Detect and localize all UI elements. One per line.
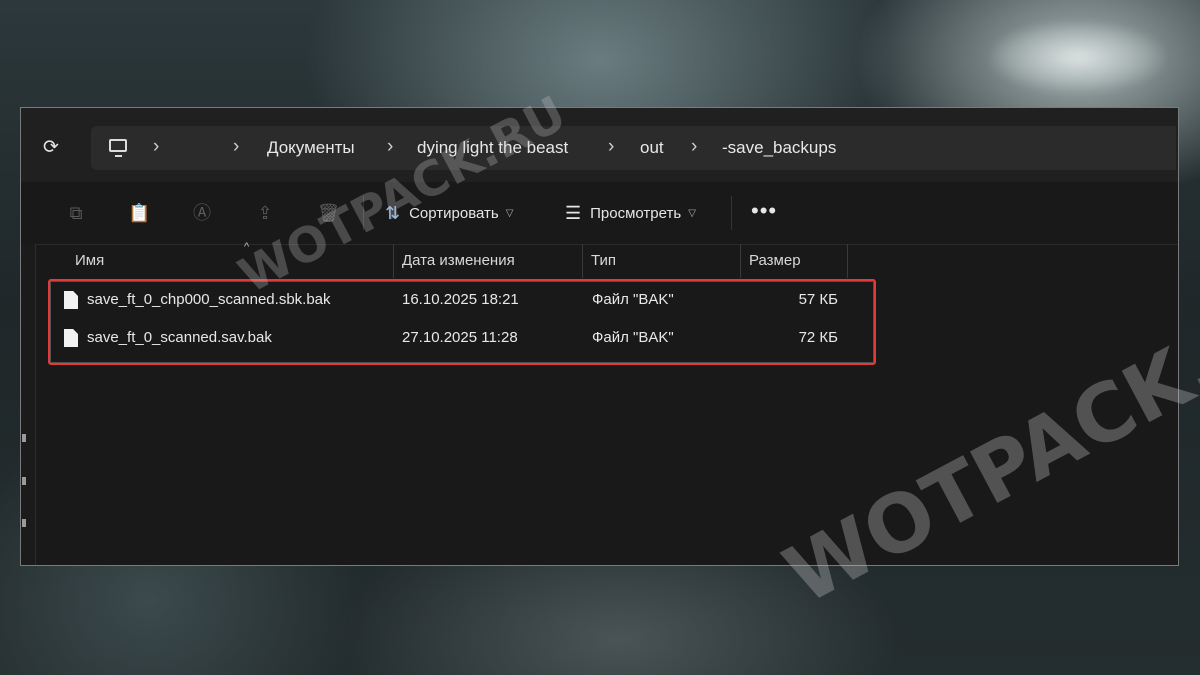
sort-button[interactable]: ⇅ Сортировать ▽ [385,200,513,226]
toolbar-divider [363,196,364,230]
copy-icon[interactable]: ⧉ [65,202,87,224]
nav-expand-icon[interactable] [22,477,26,485]
nav-expand-icon[interactable] [22,434,26,442]
file-icon [64,329,78,347]
column-header-name[interactable]: Имя [67,244,394,278]
breadcrumb-dying-light[interactable]: dying light the beast [417,138,568,158]
file-icon [64,291,78,309]
sort-label: Сортировать [409,205,499,222]
chevron-down-icon: ▽ [688,208,696,219]
breadcrumb-documents[interactable]: Документы [267,138,355,158]
breadcrumb-save-backups[interactable]: -save_backups [722,138,836,158]
command-bar: ⧉ 📋 Ⓐ ⇪ 🗑 ⇅ Сортировать ▽ ☰ Просмотреть ▽ ••… [21,182,1178,245]
column-header-date[interactable]: Дата изменения [394,244,583,278]
column-headers: ^ Имя Дата изменения Тип Размер [37,241,1178,278]
file-name: save_ft_0_chp000_scanned.sbk.bak [87,291,331,308]
background-logo [990,22,1165,92]
paste-icon[interactable]: 📋 [128,202,150,224]
more-options-button[interactable]: ••• [751,198,777,224]
file-date: 16.10.2025 18:21 [402,291,519,308]
file-row[interactable]: save_ft_0_scanned.sav.bak 27.10.2025 11:… [21,320,1178,356]
file-row[interactable]: save_ft_0_chp000_scanned.sbk.bak 16.10.2… [21,282,1178,318]
view-button[interactable]: ☰ Просмотреть ▽ [565,200,696,226]
file-size: 72 КБ [798,329,838,346]
sort-icon: ⇅ [385,203,401,223]
column-header-type[interactable]: Тип [583,244,741,278]
breadcrumb-separator[interactable]: › [608,137,614,157]
breadcrumb-separator[interactable]: › [691,137,697,157]
view-label: Просмотреть [590,205,682,222]
toolbar-divider [731,196,732,230]
nav-expand-icon[interactable] [22,519,26,527]
address-bar[interactable]: › › Документы › dying light the beast › … [91,126,1176,170]
share-icon[interactable]: ⇪ [254,202,276,224]
chevron-down-icon: ▽ [505,208,514,219]
this-pc-icon[interactable] [109,139,127,157]
file-type: Файл "BAK" [592,291,674,308]
file-date: 27.10.2025 11:28 [402,329,518,346]
breadcrumb-separator[interactable]: › [233,137,239,157]
rename-icon[interactable]: Ⓐ [191,202,213,224]
file-size: 57 КБ [798,291,838,308]
refresh-icon[interactable]: ⟳ [41,138,61,158]
column-header-size[interactable]: Размер [741,244,848,278]
delete-icon[interactable]: 🗑 [317,202,340,224]
address-row: ⟳ › › Документы › dying light the beast … [21,108,1178,182]
file-name: save_ft_0_scanned.sav.bak [87,329,272,346]
breadcrumb-out[interactable]: out [640,138,664,158]
list-view-icon: ☰ [565,203,582,223]
file-explorer-window: ⟳ › › Документы › dying light the beast … [20,107,1179,566]
file-type: Файл "BAK" [592,329,674,346]
breadcrumb-separator[interactable]: › [387,137,393,157]
breadcrumb-separator[interactable]: › [153,137,159,157]
